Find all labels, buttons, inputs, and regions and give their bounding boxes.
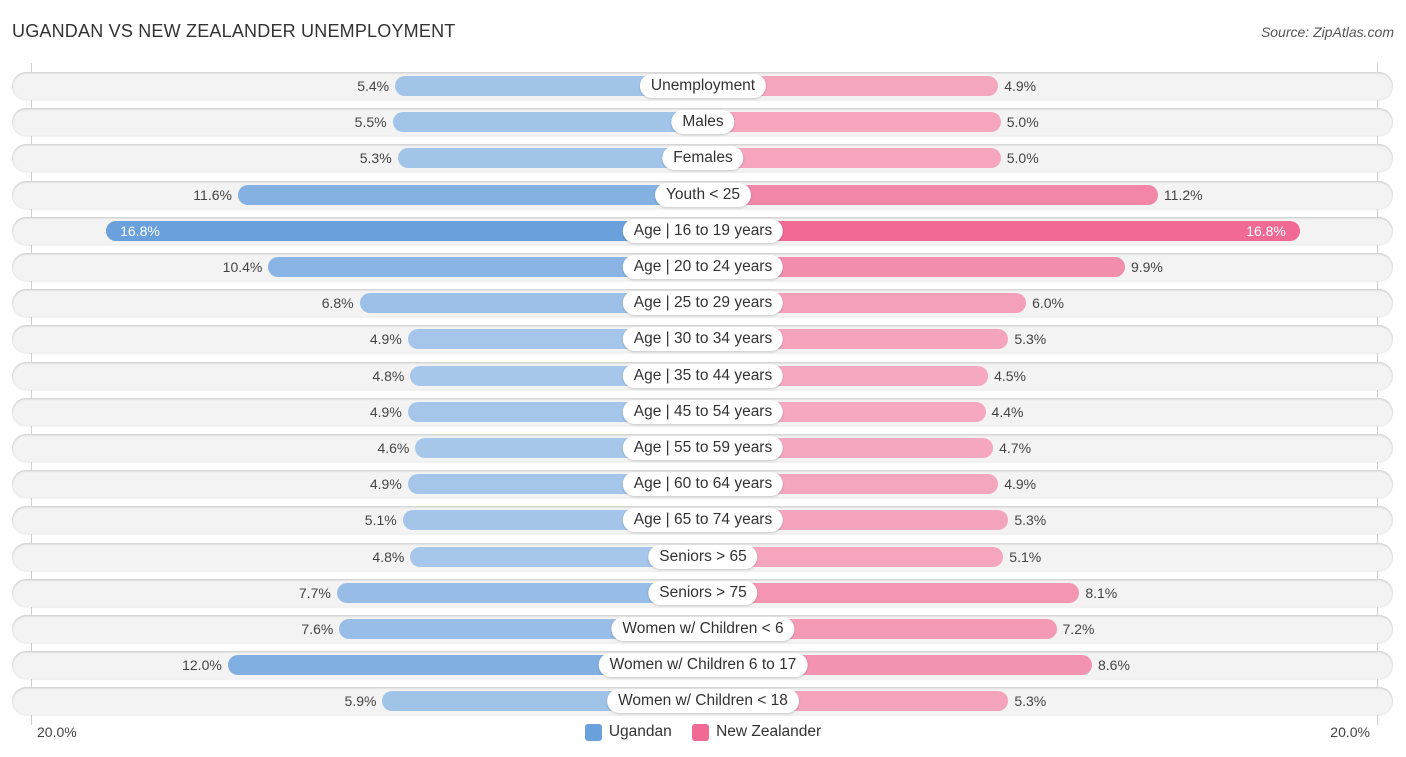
bar-new-zealander[interactable] [703, 184, 1158, 205]
category-label: Women w/ Children < 6 [611, 617, 795, 641]
chart-title: UGANDAN VS NEW ZEALANDER UNEMPLOYMENT [12, 21, 456, 41]
category-label: Age | 25 to 29 years [622, 291, 784, 316]
bar-new-zealander[interactable] [703, 582, 1080, 603]
category-label: Unemployment [639, 74, 767, 98]
value-label-ugandan: 4.8% [372, 367, 405, 384]
value-label-new-zealander: 4.9% [1004, 476, 1037, 493]
category-label: Seniors > 75 [648, 580, 758, 605]
value-label-ugandan: 16.8% [120, 222, 160, 239]
bar-new-zealander[interactable] [703, 112, 1001, 133]
value-label-ugandan: 4.9% [369, 331, 402, 348]
value-label-new-zealander: 4.9% [1004, 78, 1037, 94]
value-label-new-zealander: 7.2% [1062, 621, 1095, 637]
value-label-ugandan: 5.9% [344, 693, 377, 710]
value-label-new-zealander: 5.1% [1009, 548, 1042, 565]
bar-ugandan[interactable] [392, 112, 703, 133]
bar-new-zealander[interactable] [703, 148, 1001, 169]
value-label-ugandan: 11.6% [193, 186, 232, 203]
value-label-new-zealander: 5.0% [1006, 114, 1039, 131]
value-label-ugandan: 12.0% [182, 657, 222, 674]
value-label-new-zealander: 4.5% [994, 367, 1026, 384]
value-label-new-zealander: 4.4% [991, 403, 1024, 420]
category-label: Women w/ Children 6 to 17 [598, 653, 808, 678]
category-label: Age | 20 to 24 years [622, 255, 784, 279]
value-label-new-zealander: 16.8% [1246, 222, 1286, 239]
value-label-ugandan: 5.4% [357, 78, 390, 94]
value-label-ugandan: 4.8% [372, 548, 405, 565]
category-label: Females [662, 146, 744, 171]
value-label-new-zealander: 5.3% [1014, 512, 1047, 529]
value-label-ugandan: 4.9% [369, 476, 402, 493]
value-label-ugandan: 5.5% [354, 114, 387, 131]
value-label-ugandan: 6.8% [321, 295, 354, 312]
bar-ugandan[interactable] [397, 148, 703, 169]
bar-new-zealander[interactable] [703, 220, 1300, 241]
value-label-new-zealander: 8.1% [1085, 584, 1118, 601]
value-label-ugandan: 7.6% [301, 621, 334, 637]
legend-item-ugandan[interactable]: Ugandan [584, 723, 672, 741]
value-label-new-zealander: 9.9% [1130, 259, 1163, 275]
legend: Ugandan New Zealander [0, 723, 1406, 746]
category-label: Seniors > 65 [648, 544, 758, 569]
category-label: Age | 55 to 59 years [622, 436, 784, 460]
value-label-ugandan: 7.7% [298, 584, 331, 601]
legend-swatch-ugandan [584, 723, 602, 741]
legend-label-ugandan: Ugandan [608, 723, 672, 740]
value-label-ugandan: 4.9% [369, 403, 402, 420]
category-label: Women w/ Children < 18 [607, 689, 799, 714]
category-label: Males [671, 110, 735, 135]
legend-item-new-zealander[interactable]: New Zealander [692, 723, 821, 741]
value-label-ugandan: 10.4% [222, 259, 263, 275]
value-label-new-zealander: 5.0% [1006, 150, 1039, 167]
category-label: Age | 30 to 34 years [622, 327, 784, 352]
value-label-new-zealander: 5.3% [1014, 693, 1047, 710]
category-label: Youth < 25 [655, 182, 751, 207]
legend-label-new-zealander: New Zealander [716, 723, 822, 740]
category-label: Age | 60 to 64 years [622, 472, 784, 497]
value-label-new-zealander: 5.3% [1014, 331, 1047, 348]
category-label: Age | 45 to 54 years [622, 399, 784, 424]
legend-swatch-new-zealander [692, 723, 710, 741]
value-label-ugandan: 5.3% [359, 150, 392, 167]
value-label-ugandan: 4.6% [377, 440, 410, 456]
category-label: Age | 16 to 19 years [622, 218, 784, 243]
value-label-new-zealander: 11.2% [1163, 186, 1203, 203]
value-label-ugandan: 5.1% [364, 512, 397, 529]
value-label-new-zealander: 6.0% [1032, 295, 1065, 312]
category-label: Age | 65 to 74 years [622, 508, 784, 533]
source-label: Source: ZipAtlas.com [1260, 24, 1394, 40]
category-label: Age | 35 to 44 years [622, 363, 784, 388]
value-label-new-zealander: 8.6% [1098, 657, 1130, 674]
value-label-new-zealander: 4.7% [999, 440, 1032, 456]
bar-ugandan[interactable] [237, 184, 703, 205]
bar-ugandan[interactable] [106, 220, 703, 241]
